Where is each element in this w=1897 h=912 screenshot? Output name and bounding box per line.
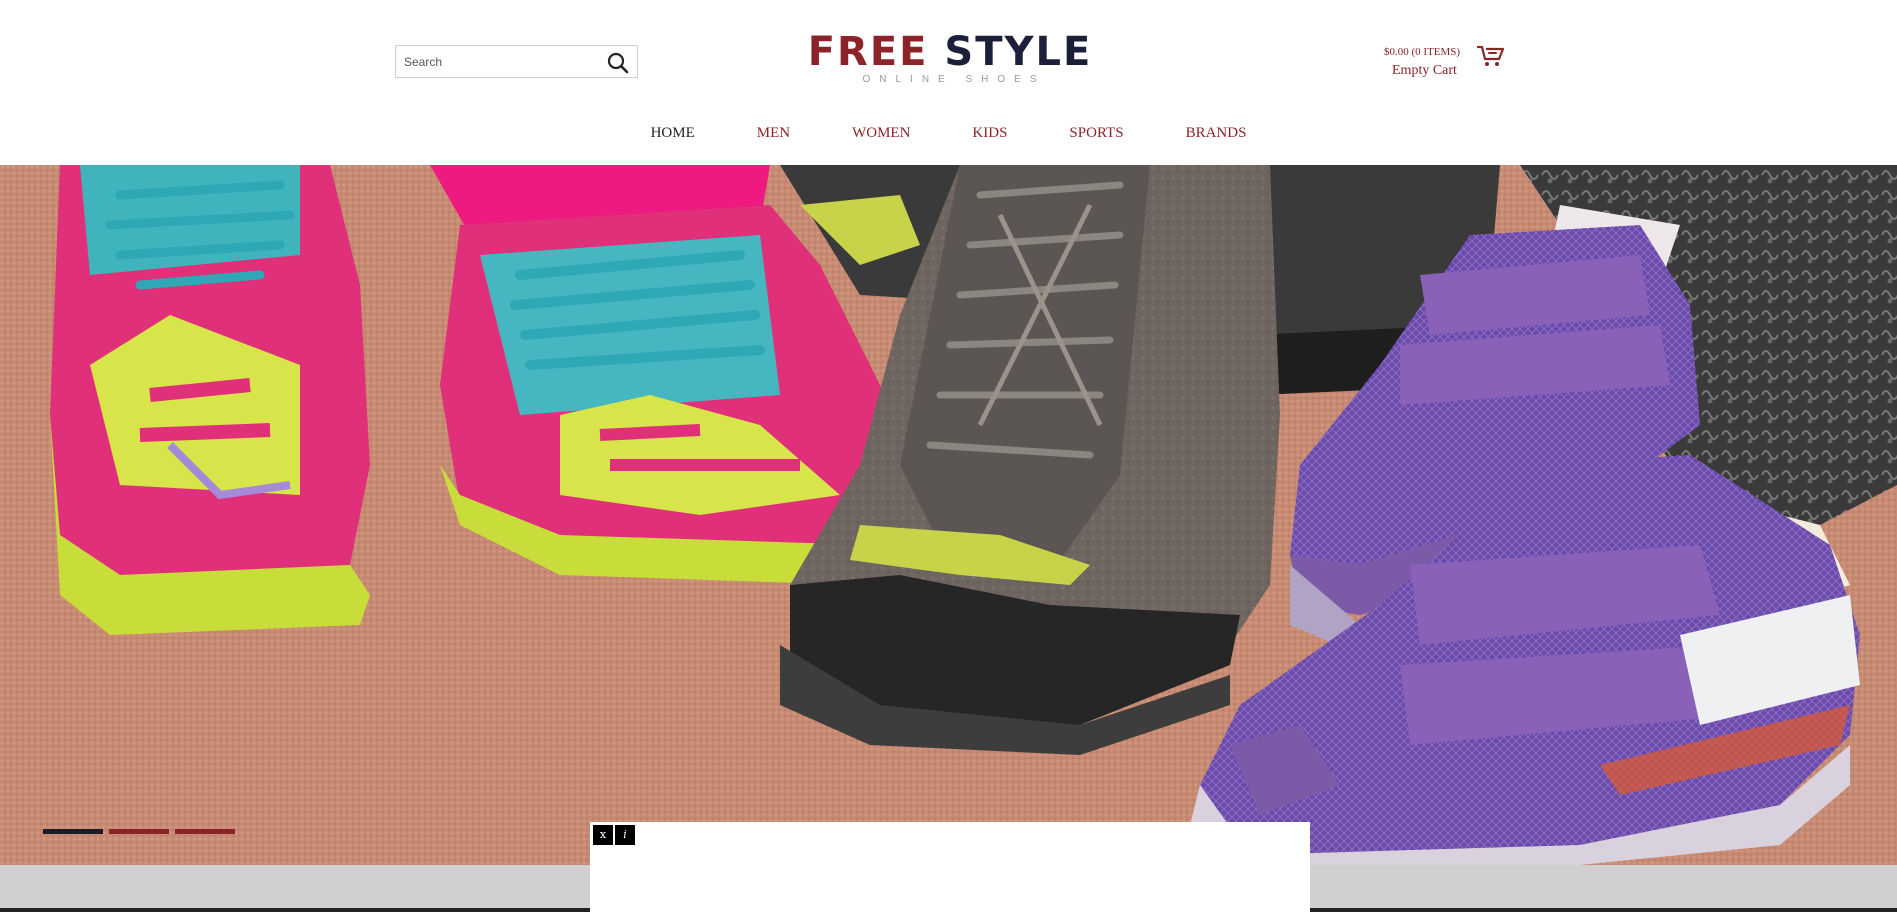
nav-item-men[interactable]: MEN (726, 120, 821, 146)
ad-info-button[interactable]: i (615, 825, 635, 845)
slider-dot-3[interactable] (175, 829, 235, 834)
logo-style-text: STYLE (944, 29, 1093, 75)
hero-slider[interactable] (0, 165, 1897, 865)
slider-dot-2[interactable] (109, 829, 169, 834)
site-logo[interactable]: FREE STYLE ONLINE SHOES (790, 30, 1110, 90)
ad-close-button[interactable]: x (593, 825, 613, 845)
ad-banner[interactable]: x i (590, 822, 1310, 912)
logo-tagline: ONLINE SHOES (862, 74, 1046, 85)
slider-dot-1[interactable] (43, 829, 103, 834)
search-box (395, 45, 638, 78)
page: FREE STYLE ONLINE SHOES $0.00 (0 ITEMS) … (0, 0, 1897, 912)
cart-status: Empty Cart (1392, 63, 1457, 78)
hero-image-shoes (0, 165, 1897, 865)
cart-widget[interactable]: $0.00 (0 ITEMS) Empty Cart (1380, 44, 1510, 84)
nav-item-sports[interactable]: SPORTS (1038, 120, 1154, 146)
logo-free-text: FREE (807, 29, 929, 75)
nav-item-brands[interactable]: BRANDS (1155, 120, 1278, 146)
cart-total: $0.00 (0 ITEMS) (1384, 46, 1461, 58)
ad-info-label: i (623, 828, 627, 841)
nav-item-home[interactable]: HOME (620, 120, 726, 146)
shoe-left-pink (50, 165, 370, 635)
ad-close-label: x (599, 828, 607, 841)
search-icon (607, 52, 629, 74)
main-nav: HOME MEN WOMEN KIDS SPORTS BRANDS (0, 120, 1897, 146)
site-header: FREE STYLE ONLINE SHOES $0.00 (0 ITEMS) … (0, 0, 1897, 165)
logo-wordmark: FREE STYLE (790, 30, 1110, 74)
search-button[interactable] (607, 52, 629, 74)
nav-item-women[interactable]: WOMEN (821, 120, 941, 146)
search-input[interactable] (396, 46, 604, 77)
nav-item-kids[interactable]: KIDS (941, 120, 1038, 146)
shopping-cart-icon[interactable] (1477, 44, 1505, 68)
